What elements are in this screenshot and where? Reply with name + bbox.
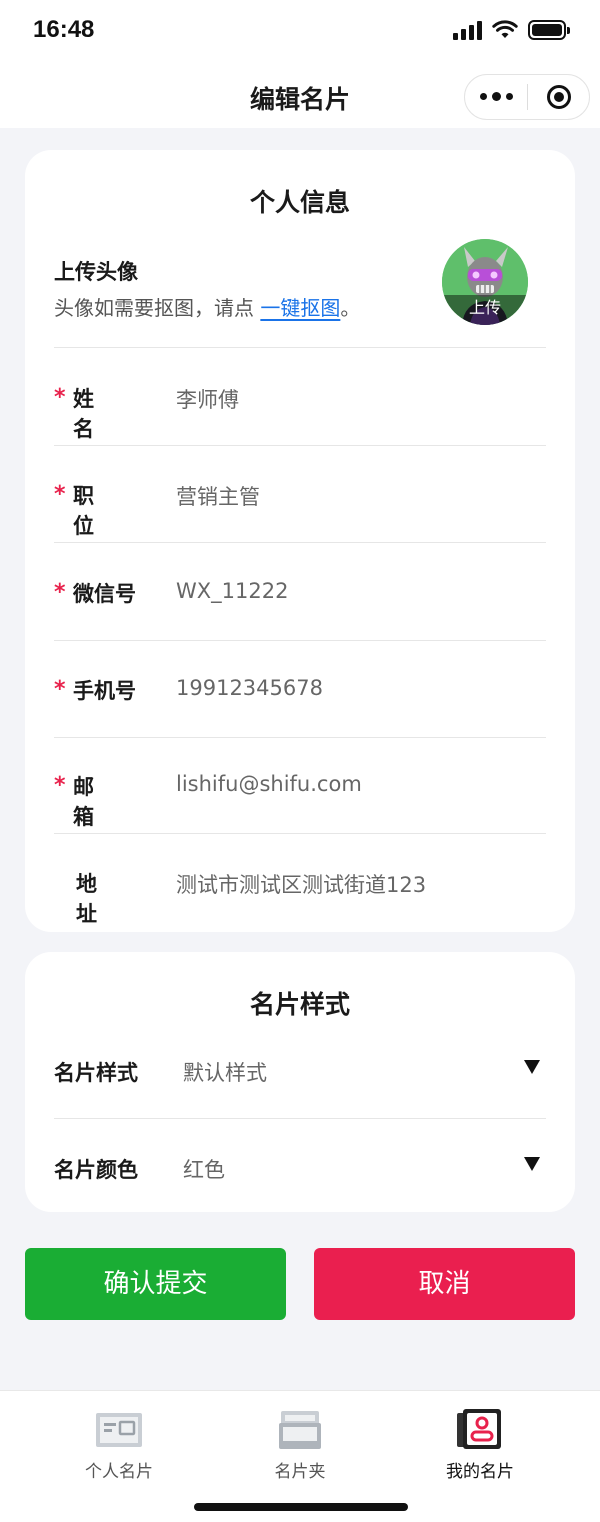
- nav-bar: 编辑名片: [0, 64, 600, 128]
- address-input[interactable]: 测试市测试区测试街道123: [176, 869, 426, 899]
- card-holder-icon: [279, 1411, 321, 1449]
- required-mark: *: [54, 773, 66, 798]
- field-label: 微信号: [73, 582, 136, 606]
- personal-info-card: 个人信息 上传头像 头像如需要抠图，请点 一键抠图。 上传 * 姓名 李师傅 *…: [25, 150, 575, 932]
- avatar-hint-text: 头像如需要抠图，请点: [54, 296, 261, 320]
- name-input[interactable]: 李师傅: [176, 384, 239, 414]
- field-wechat[interactable]: * 微信号 WX_11222: [54, 544, 546, 641]
- avatar-row: 上传头像 头像如需要抠图，请点 一键抠图。 上传: [54, 238, 546, 348]
- field-phone[interactable]: * 手机号 19912345678: [54, 641, 546, 738]
- dropdown-arrow-icon: [524, 1157, 540, 1171]
- tab-card-holder[interactable]: 名片夹: [230, 1407, 370, 1482]
- my-card-icon: [457, 1409, 501, 1449]
- more-icon[interactable]: [465, 92, 527, 101]
- field-label: 手机号: [73, 679, 136, 703]
- field-label: 邮箱: [73, 775, 115, 829]
- avatar-upload-label: 上传: [442, 295, 528, 325]
- wifi-icon: [492, 20, 518, 38]
- mini-program-capsule: [464, 74, 590, 120]
- field-label: 姓名: [73, 387, 115, 441]
- field-label: 地址: [76, 872, 118, 926]
- color-select[interactable]: 名片颜色 红色: [54, 1119, 546, 1216]
- signal-icon: [453, 20, 482, 40]
- avatar-upload-button[interactable]: 上传: [442, 239, 528, 325]
- target-icon: [546, 85, 571, 109]
- wechat-input[interactable]: WX_11222: [176, 579, 288, 603]
- required-mark: *: [54, 580, 66, 605]
- select-value: 默认样式: [183, 1061, 267, 1085]
- field-label: 职位: [73, 484, 115, 538]
- required-mark: *: [54, 677, 66, 702]
- tab-label: 名片夹: [274, 1462, 326, 1482]
- field-position[interactable]: * 职位 营销主管: [54, 446, 546, 543]
- field-address[interactable]: 地址 测试市测试区测试街道123: [54, 834, 546, 931]
- phone-input[interactable]: 19912345678: [176, 676, 323, 700]
- avatar-hint: 头像如需要抠图，请点 一键抠图。: [54, 292, 360, 321]
- position-input[interactable]: 营销主管: [176, 481, 260, 511]
- close-mini-program-button[interactable]: [528, 85, 589, 109]
- field-email[interactable]: * 邮箱 lishifu@shifu.com: [54, 737, 546, 834]
- avatar-label: 上传头像: [54, 260, 138, 284]
- cutout-link[interactable]: 一键抠图: [260, 296, 340, 320]
- required-mark: *: [54, 482, 66, 507]
- confirm-submit-button[interactable]: 确认提交: [25, 1248, 286, 1320]
- select-value: 红色: [183, 1158, 225, 1182]
- card-style-title: 名片样式: [249, 990, 350, 1019]
- style-select[interactable]: 名片样式 默认样式: [54, 1022, 546, 1119]
- personal-info-title: 个人信息: [249, 188, 350, 217]
- battery-icon: [528, 20, 570, 40]
- status-time: 16:48: [33, 16, 95, 43]
- cancel-button[interactable]: 取消: [314, 1248, 575, 1320]
- card-style-card: 名片样式 名片样式 默认样式 名片颜色 红色: [25, 952, 575, 1212]
- tab-my-card[interactable]: 我的名片: [410, 1407, 550, 1482]
- dropdown-arrow-icon: [524, 1060, 540, 1074]
- business-card-icon: [96, 1413, 142, 1447]
- tab-personal-card[interactable]: 个人名片: [49, 1407, 189, 1482]
- field-name[interactable]: * 姓名 李师傅: [54, 349, 546, 446]
- tab-label: 个人名片: [85, 1462, 153, 1482]
- required-mark: *: [54, 385, 66, 410]
- email-input[interactable]: lishifu@shifu.com: [176, 772, 362, 796]
- select-label: 名片颜色: [54, 1158, 138, 1182]
- status-bar: 16:48: [0, 0, 600, 64]
- tab-label: 我的名片: [446, 1462, 514, 1482]
- home-indicator: [194, 1503, 408, 1511]
- status-icons: [453, 20, 570, 40]
- avatar-hint-suffix: 。: [340, 296, 361, 320]
- select-label: 名片样式: [54, 1061, 138, 1085]
